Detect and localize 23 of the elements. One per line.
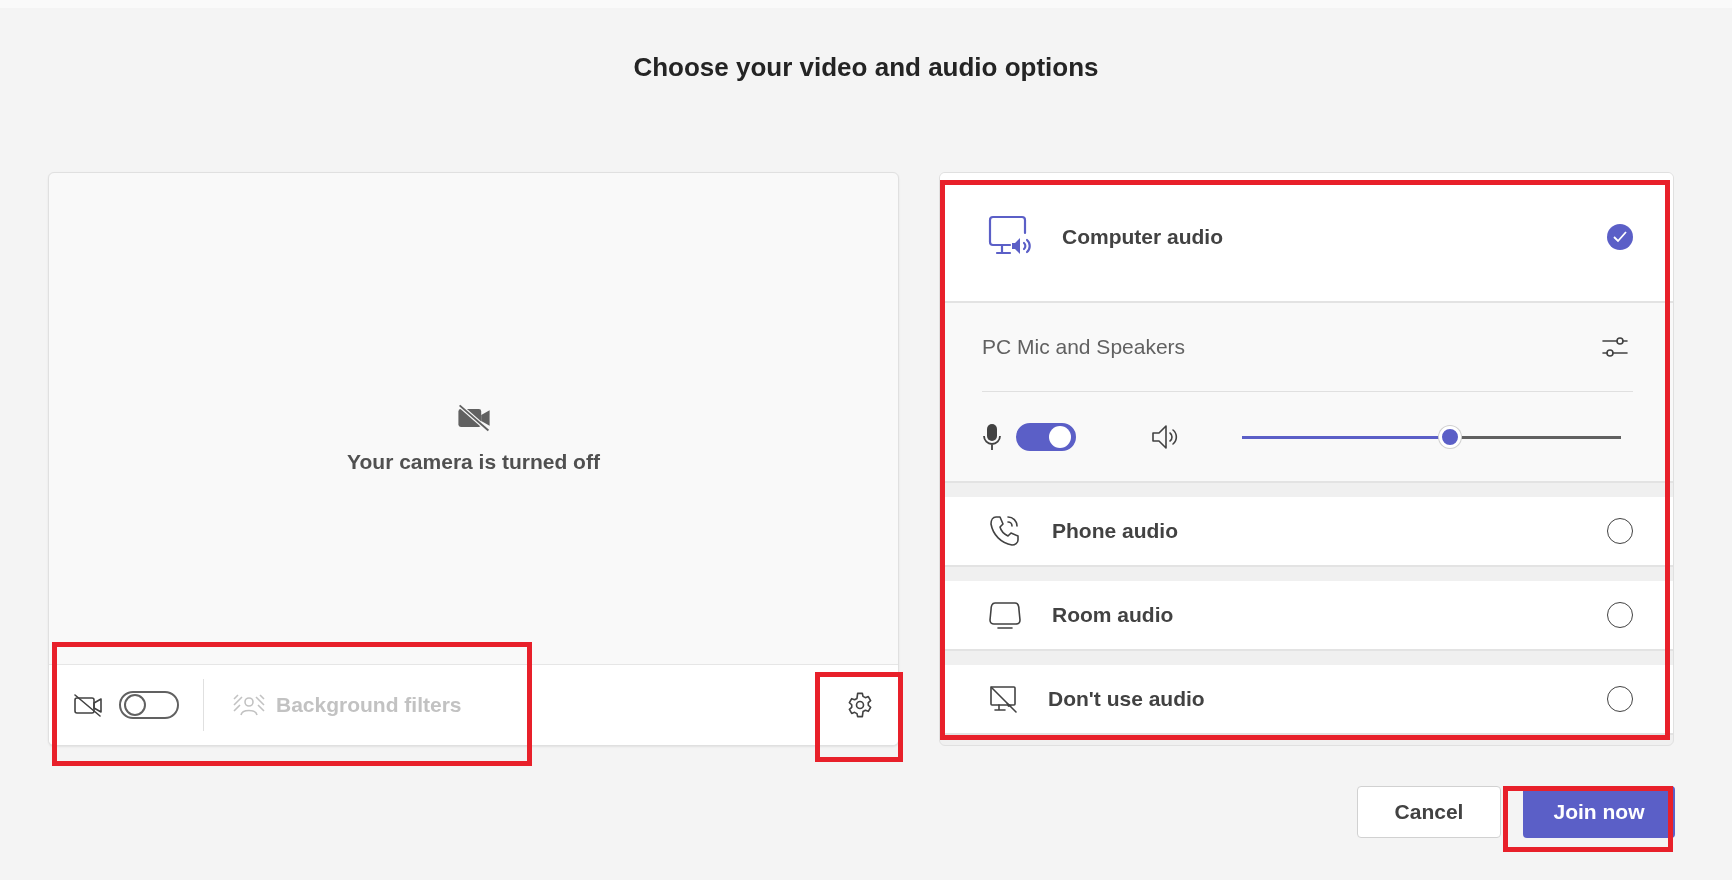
sliders-icon xyxy=(1601,334,1629,360)
phone-icon xyxy=(988,514,1022,548)
page-title: Choose your video and audio options xyxy=(632,52,1100,84)
option-label: Room audio xyxy=(1052,603,1174,627)
slider-thumb[interactable] xyxy=(1439,425,1462,448)
checkmark-icon xyxy=(1613,231,1627,243)
option-label: Computer audio xyxy=(1062,225,1223,249)
camera-status-text: Your camera is turned off xyxy=(347,449,600,474)
option-label: Phone audio xyxy=(1052,519,1178,543)
microphone-toggle[interactable] xyxy=(1016,422,1076,451)
camera-off-icon xyxy=(73,693,103,717)
monitor-off-icon xyxy=(988,684,1018,714)
cancel-button[interactable]: Cancel xyxy=(1357,786,1501,838)
background-filters-icon xyxy=(232,693,266,717)
camera-toggle[interactable] xyxy=(119,691,179,719)
device-name: PC Mic and Speakers xyxy=(982,335,1186,359)
room-speaker-icon xyxy=(988,600,1022,630)
settings-icon xyxy=(846,691,874,719)
option-label: Don't use audio xyxy=(1048,687,1205,711)
radio-button[interactable] xyxy=(1607,224,1633,250)
audio-option[interactable]: Computer audio xyxy=(940,173,1673,303)
microphone-icon xyxy=(982,421,1002,452)
camera-off-icon xyxy=(455,403,492,432)
